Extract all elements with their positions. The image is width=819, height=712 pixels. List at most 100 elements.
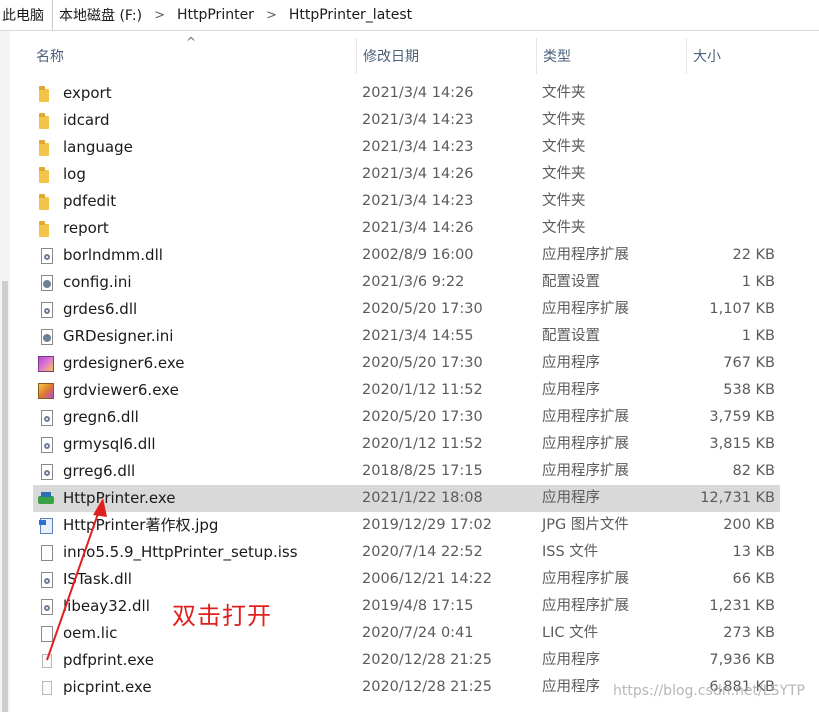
file-row[interactable]: config.ini 2021/3/6 9:22 配置设置 1 KB [33,269,780,296]
file-date: 2021/3/4 14:26 [362,220,474,236]
file-type: 配置设置 [542,274,600,290]
designer-app-icon [37,355,55,373]
file-size: 538 KB [723,382,775,398]
file-date: 2021/3/4 14:55 [362,328,474,344]
file-name: libeay32.dll [63,597,150,615]
printer-app-icon [37,490,55,508]
file-row[interactable]: ISTask.dll 2006/12/21 14:22 应用程序扩展 66 KB [33,566,780,593]
file-date: 2020/7/24 0:41 [362,625,474,641]
file-name: gregn6.dll [63,408,139,426]
file-size: 7,936 KB [709,652,775,668]
file-type: 文件夹 [542,220,586,236]
breadcrumb-separator-icon[interactable]: > [144,8,175,23]
file-size: 200 KB [723,517,775,533]
file-type: 文件夹 [542,139,586,155]
file-row[interactable]: gregn6.dll 2020/5/20 17:30 应用程序扩展 3,759 KB [33,404,780,431]
file-name: HttpPrinter.exe [63,489,176,507]
file-name: idcard [63,111,110,129]
exe-file-icon [37,652,55,670]
file-name: grdes6.dll [63,300,138,318]
dll-file-icon [37,301,55,319]
file-name: grmysql6.dll [63,435,156,453]
file-row[interactable]: inno5.5.9_HttpPrinter_setup.iss 2020/7/14… [33,539,780,566]
file-row[interactable]: grdes6.dll 2020/5/20 17:30 应用程序扩展 1,107 KB [33,296,780,323]
settings-file-icon [37,274,55,292]
file-row[interactable]: borlndmm.dll 2002/8/9 16:00 应用程序扩展 22 KB [33,242,780,269]
breadcrumb-httpprinter[interactable]: HttpPrinter [175,0,256,31]
file-type: LIC 文件 [542,625,599,641]
file-row[interactable]: libeay32.dll 2019/4/8 17:15 应用程序扩展 1,231 KB [33,593,780,620]
file-name: pdfprint.exe [63,651,154,669]
dll-file-icon [37,409,55,427]
file-name: inno5.5.9_HttpPrinter_setup.iss [63,543,298,561]
file-size: 1 KB [741,274,775,290]
file-type: 文件夹 [542,112,586,128]
file-type: ISS 文件 [542,544,599,560]
file-row[interactable]: report 2021/3/4 14:26 文件夹 [33,215,780,242]
file-row[interactable]: idcard 2021/3/4 14:23 文件夹 [33,107,780,134]
folder-icon [37,112,55,130]
file-name: grreg6.dll [63,462,136,480]
file-row[interactable]: pdfprint.exe 2020/12/28 21:25 应用程序 7,936 KB [33,647,780,674]
column-size-header[interactable]: 大小 [686,38,786,74]
scrollbar-thumb[interactable] [2,281,8,712]
file-row[interactable]: grdesigner6.exe 2020/5/20 17:30 应用程序 767 KB [33,350,780,377]
file-size: 273 KB [723,625,775,641]
file-date: 2021/3/6 9:22 [362,274,465,290]
file-row[interactable]: HttpPrinter著作权.jpg 2019/12/29 17:02 JPG 图片… [33,512,780,539]
file-name: oem.lic [63,624,118,642]
file-name: log [63,165,86,183]
file-row[interactable]: log 2021/3/4 14:26 文件夹 [33,161,780,188]
breadcrumb-this-pc[interactable]: 此电脑 [0,0,53,31]
file-date: 2021/1/22 18:08 [362,490,483,506]
viewer-app-icon [37,382,55,400]
dll-file-icon [37,436,55,454]
column-name-header[interactable]: 名称 [30,38,356,74]
file-type: 应用程序扩展 [542,436,629,452]
settings-file-icon [37,328,55,346]
file-row[interactable]: oem.lic 2020/7/24 0:41 LIC 文件 273 KB [33,620,780,647]
folder-icon [37,139,55,157]
file-name: language [63,138,133,156]
file-size: 1,231 KB [709,598,775,614]
file-size: 1,107 KB [709,301,775,317]
file-row[interactable]: grreg6.dll 2018/8/25 17:15 应用程序扩展 82 KB [33,458,780,485]
blank-file-icon [37,625,55,643]
breadcrumb-separator-icon[interactable]: > [256,8,287,23]
file-date: 2020/1/12 11:52 [362,436,483,452]
file-type: 应用程序 [542,355,600,371]
file-row[interactable]: grmysql6.dll 2020/1/12 11:52 应用程序扩展 3,815 K… [33,431,780,458]
file-row[interactable]: language 2021/3/4 14:23 文件夹 [33,134,780,161]
file-date: 2021/3/4 14:23 [362,112,474,128]
file-type: 应用程序扩展 [542,409,629,425]
breadcrumb-httpprinter-latest[interactable]: HttpPrinter_latest [287,0,414,31]
file-name: report [63,219,109,237]
file-row[interactable]: pdfedit 2021/3/4 14:23 文件夹 [33,188,780,215]
watermark: https://blog.csdn.net/LSYTP [613,683,805,699]
file-name: ISTask.dll [63,570,132,588]
file-name: grdviewer6.exe [63,381,179,399]
file-date: 2021/3/4 14:26 [362,166,474,182]
file-date: 2020/5/20 17:30 [362,355,483,371]
file-type: 应用程序 [542,679,600,695]
file-name: config.ini [63,273,132,291]
file-row[interactable]: grdviewer6.exe 2020/1/12 11:52 应用程序 538 KB [33,377,780,404]
file-type: 文件夹 [542,193,586,209]
file-date: 2020/5/20 17:30 [362,409,483,425]
folder-icon [37,85,55,103]
file-row[interactable]: GRDesigner.ini 2021/3/4 14:55 配置设置 1 KB [33,323,780,350]
folder-icon [37,220,55,238]
file-type: 文件夹 [542,166,586,182]
breadcrumb-drive-f[interactable]: 本地磁盘 (F:) [57,0,144,31]
file-row[interactable]: export 2021/3/4 14:26 文件夹 [33,80,780,107]
file-date: 2021/3/4 14:23 [362,193,474,209]
blank-file-icon [37,544,55,562]
column-type-header[interactable]: 类型 [536,38,686,74]
file-type: 应用程序扩展 [542,463,629,479]
dll-file-icon [37,571,55,589]
column-date-header[interactable]: 修改日期 [356,38,536,74]
file-row[interactable]: HttpPrinter.exe 2021/1/22 18:08 应用程序 12,731… [33,485,780,512]
file-name: pdfedit [63,192,117,210]
file-size: 13 KB [732,544,775,560]
address-bar[interactable]: 此电脑 本地磁盘 (F:) > HttpPrinter > HttpPrinte… [0,0,819,31]
